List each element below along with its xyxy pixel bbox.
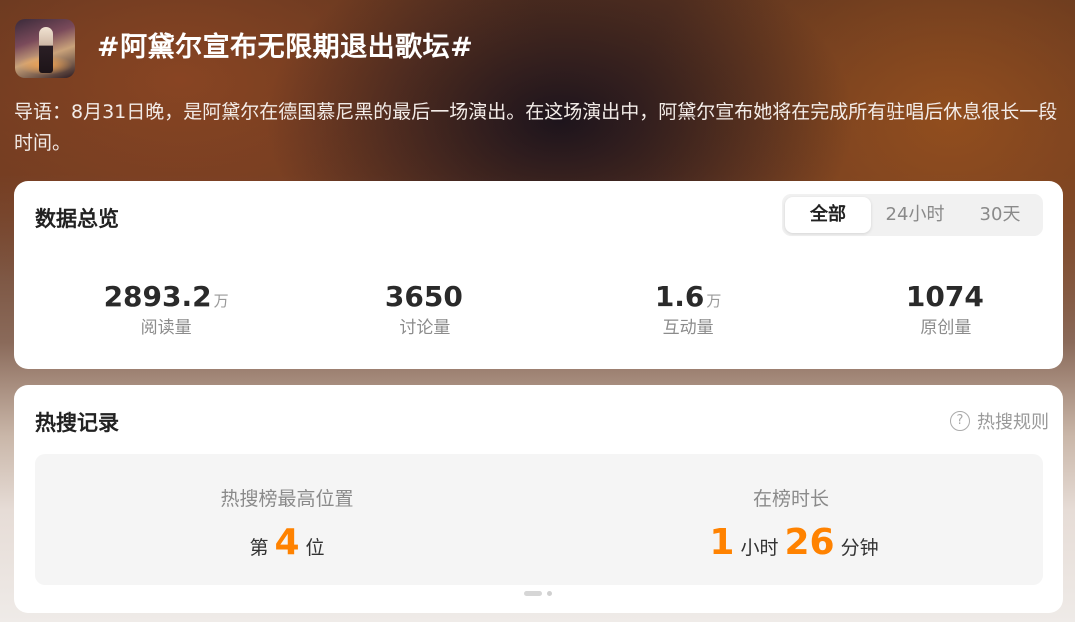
stat-label: 原创量 [920, 318, 972, 338]
time-range-switcher: 全部 24小时 30天 [782, 194, 1043, 236]
duration-label: 在榜时长 [752, 488, 829, 510]
topic-title: #阿黛尔宣布无限期退出歌坛# [97, 32, 474, 63]
page-dot-active [524, 591, 542, 596]
page-dot [547, 591, 552, 596]
duration-minutes-unit: 分钟 [840, 537, 879, 559]
tab-30d[interactable]: 30天 [959, 197, 1041, 233]
highest-position-label: 热搜榜最高位置 [220, 488, 354, 510]
help-icon: ? [950, 411, 970, 431]
stat-reads: 2893.2 万 阅读量 [14, 277, 276, 347]
stat-discussions: 3650 讨论量 [276, 277, 538, 347]
hot-search-stats: 热搜榜最高位置 第4位 在榜时长 1 小时 26 分钟 [35, 454, 1043, 585]
tab-all[interactable]: 全部 [785, 197, 871, 233]
stat-label: 讨论量 [399, 318, 451, 338]
duration-hours-unit: 小时 [740, 537, 779, 559]
highest-position: 热搜榜最高位置 第4位 [35, 454, 539, 585]
page-indicator [524, 591, 557, 596]
rules-label: 热搜规则 [977, 412, 1049, 433]
topic-header: #阿黛尔宣布无限期退出歌坛# 导语：8月31日晚，是阿黛尔在德国慕尼黑的最后一场… [0, 0, 1075, 180]
overview-title: 数据总览 [35, 207, 119, 231]
stat-value: 1074 [905, 280, 984, 313]
stats-row: 2893.2 万 阅读量 3650 讨论量 1.6 万 互动量 1074 原创量 [14, 277, 1063, 347]
topic-intro: 导语：8月31日晚，是阿黛尔在德国慕尼黑的最后一场演出。在这场演出中，阿黛尔宣布… [14, 101, 1058, 154]
stat-label: 互动量 [662, 318, 714, 338]
rank-number: 4 [274, 522, 300, 563]
highest-position-value: 第4位 [35, 521, 539, 565]
singer-figure [39, 27, 53, 73]
stat-interactions: 1.6 万 互动量 [539, 277, 801, 347]
stat-value: 3650 [384, 280, 463, 313]
topic-thumbnail[interactable] [15, 19, 75, 78]
stat-originals: 1074 原创量 [801, 277, 1063, 347]
duration-value: 1 小时 26 分钟 [539, 521, 1043, 565]
stat-label: 阅读量 [140, 318, 192, 338]
stat-value: 2893.2 [103, 280, 212, 313]
stat-value: 1.6 [654, 280, 705, 313]
stat-unit: 万 [213, 292, 229, 310]
duration-hours: 1 [709, 522, 735, 563]
hot-search-card: 热搜记录 ? 热搜规则 热搜榜最高位置 第4位 在榜时长 1 小时 26 分钟 [14, 385, 1063, 613]
data-overview-card: 数据总览 全部 24小时 30天 2893.2 万 阅读量 3650 讨论量 1.… [14, 181, 1063, 369]
rank-prefix: 第 [249, 537, 269, 559]
tab-24h[interactable]: 24小时 [871, 197, 959, 233]
hot-search-rules-link[interactable]: ? 热搜规则 [950, 408, 1049, 434]
rank-suffix: 位 [305, 537, 325, 559]
stat-unit: 万 [706, 292, 722, 310]
on-list-duration: 在榜时长 1 小时 26 分钟 [539, 454, 1043, 585]
duration-minutes: 26 [784, 522, 835, 563]
hot-search-title: 热搜记录 [35, 411, 119, 435]
